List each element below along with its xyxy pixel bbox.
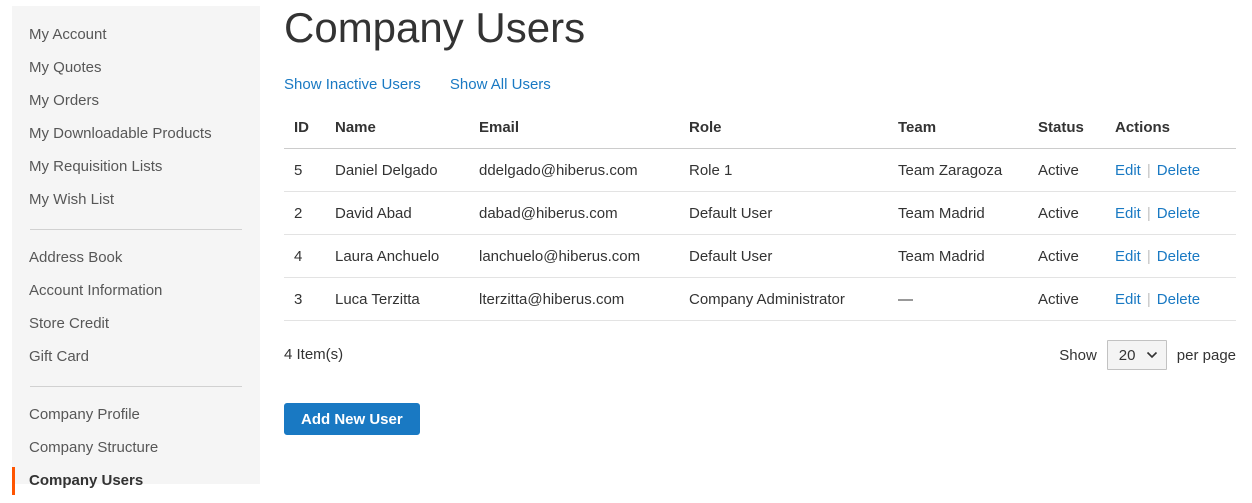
column-header-id: ID [284, 106, 325, 149]
cell-id: 3 [284, 277, 325, 321]
per-page-select[interactable]: 20 [1106, 340, 1167, 370]
sidebar-item-company-users[interactable]: Company Users [12, 467, 260, 503]
nav-divider [30, 386, 242, 387]
sidebar-item-my-downloadable-products[interactable]: My Downloadable Products [12, 123, 260, 156]
column-header-actions: Actions [1105, 106, 1236, 149]
account-nav: My Account My Quotes My Orders My Downloada… [12, 24, 260, 503]
edit-user-link[interactable]: Edit [1115, 248, 1141, 265]
cell-id: 5 [284, 148, 325, 192]
cell-actions: Edit | Delete [1105, 234, 1236, 278]
delete-user-link[interactable]: Delete [1157, 205, 1200, 222]
action-separator: | [1146, 247, 1151, 265]
edit-user-link[interactable]: Edit [1115, 205, 1141, 222]
sidebar-item-my-account[interactable]: My Account [12, 24, 260, 57]
sidebar-item-my-quotes[interactable]: My Quotes [12, 57, 260, 90]
show-all-users-link[interactable]: Show All Users [450, 76, 551, 93]
users-table: ID Name Email Role Team Status Actions 5… [284, 106, 1236, 321]
nav-divider [30, 229, 242, 230]
limiter: Show 20 per page [1059, 340, 1236, 370]
cell-name: Daniel Delgado [325, 148, 469, 192]
delete-user-link[interactable]: Delete [1157, 162, 1200, 179]
page-title: Company Users [284, 4, 586, 51]
delete-user-link[interactable]: Delete [1157, 248, 1200, 265]
edit-user-link[interactable]: Edit [1115, 162, 1141, 179]
column-header-status: Status [1028, 106, 1105, 149]
cell-id: 2 [284, 191, 325, 235]
chevron-down-icon [1146, 351, 1157, 359]
cell-email: lterzitta@hiberus.com [469, 277, 679, 321]
limiter-show-label: Show [1059, 346, 1097, 364]
cell-email: lanchuelo@hiberus.com [469, 234, 679, 278]
sidebar-item-company-profile[interactable]: Company Profile [12, 404, 260, 437]
cell-status: Active [1028, 234, 1105, 278]
cell-team: Team Zaragoza [888, 148, 1028, 192]
cell-role: Role 1 [679, 148, 888, 192]
table-row: 3 Luca Terzitta lterzitta@hiberus.com Compa… [284, 277, 1236, 321]
edit-user-link[interactable]: Edit [1115, 291, 1141, 308]
table-body: 5 Daniel Delgado ddelgado@hiberus.com Role … [284, 148, 1236, 321]
cell-id: 4 [284, 234, 325, 278]
column-header-email: Email [469, 106, 679, 149]
table-header-row: ID Name Email Role Team Status Actions [284, 106, 1236, 149]
column-header-team: Team [888, 106, 1028, 149]
item-count: 4 Item(s) [284, 346, 344, 363]
cell-name: David Abad [325, 191, 469, 235]
cell-name: Luca Terzitta [325, 277, 469, 321]
cell-role: Company Administrator [679, 277, 888, 321]
sidebar-item-company-structure[interactable]: Company Structure [12, 437, 260, 470]
table-row: 4 Laura Anchuelo lanchuelo@hiberus.com Defa… [284, 234, 1236, 278]
cell-email: ddelgado@hiberus.com [469, 148, 679, 192]
delete-user-link[interactable]: Delete [1157, 291, 1200, 308]
nav-group: Company Profile Company Structure Company … [12, 404, 260, 503]
cell-role: Default User [679, 234, 888, 278]
cell-email: dabad@hiberus.com [469, 191, 679, 235]
column-header-name: Name [325, 106, 469, 149]
sidebar-item-my-orders[interactable]: My Orders [12, 90, 260, 123]
action-separator: | [1146, 290, 1151, 308]
cell-role: Default User [679, 191, 888, 235]
cell-actions: Edit | Delete [1105, 277, 1236, 321]
column-header-role: Role [679, 106, 888, 149]
cell-team: Team Madrid [888, 234, 1028, 278]
cell-actions: Edit | Delete [1105, 148, 1236, 192]
nav-group: My Account My Quotes My Orders My Downloada… [12, 24, 260, 222]
table-row: 2 David Abad dabad@hiberus.com Default User… [284, 191, 1236, 235]
cell-actions: Edit | Delete [1105, 191, 1236, 235]
action-separator: | [1146, 161, 1151, 179]
sidebar-item-account-information[interactable]: Account Information [12, 280, 260, 313]
page: My Account My Quotes My Orders My Downloada… [0, 0, 1252, 495]
cell-name: Laura Anchuelo [325, 234, 469, 278]
cell-status: Active [1028, 148, 1105, 192]
user-filters: Show Inactive Users Show All Users [284, 76, 576, 93]
add-new-user-button[interactable]: Add New User [284, 403, 420, 435]
sidebar-item-address-book[interactable]: Address Book [12, 247, 260, 280]
action-separator: | [1146, 204, 1151, 222]
nav-group: Address Book Account Information Store Cre… [12, 247, 260, 379]
sidebar-item-my-wish-list[interactable]: My Wish List [12, 189, 260, 222]
account-sidebar: My Account My Quotes My Orders My Downloada… [12, 6, 260, 495]
cell-status: Active [1028, 277, 1105, 321]
cell-team: — [888, 277, 1028, 321]
limiter-per-page-label: per page [1176, 346, 1236, 364]
sidebar-item-my-requisition-lists[interactable]: My Requisition Lists [12, 156, 260, 189]
show-inactive-users-link[interactable]: Show Inactive Users [284, 76, 421, 93]
sidebar-item-gift-card[interactable]: Gift Card [12, 346, 260, 379]
table-row: 5 Daniel Delgado ddelgado@hiberus.com Role … [284, 148, 1236, 192]
cell-status: Active [1028, 191, 1105, 235]
sidebar-item-store-credit[interactable]: Store Credit [12, 313, 260, 346]
per-page-value: 20 [1118, 346, 1136, 364]
cell-team: Team Madrid [888, 191, 1028, 235]
